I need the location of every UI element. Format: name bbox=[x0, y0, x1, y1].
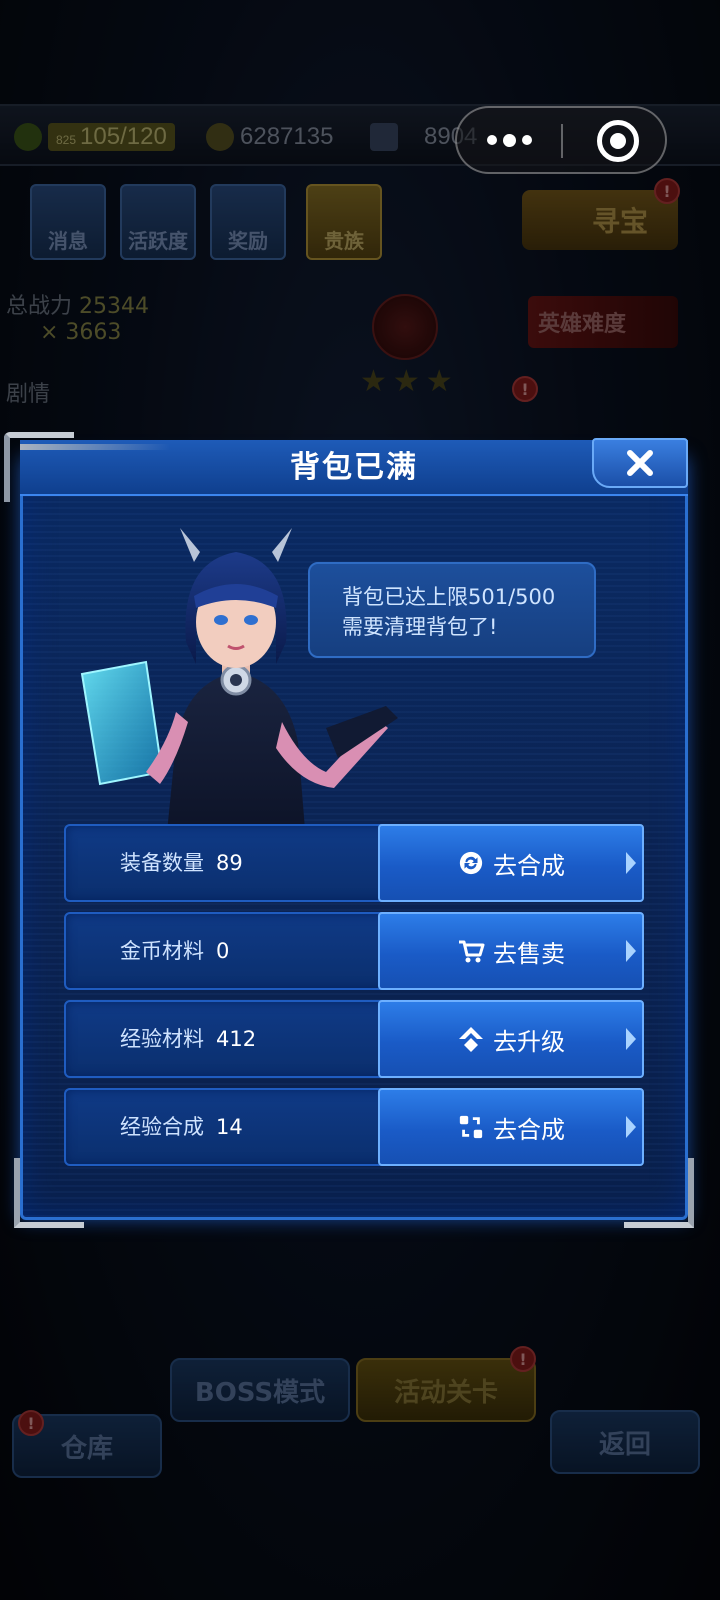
row-label: 装备数量 bbox=[120, 851, 204, 875]
capsule-divider bbox=[561, 124, 563, 158]
refresh-icon bbox=[457, 849, 485, 877]
frame-corner-ornament bbox=[4, 432, 170, 502]
merge-icon bbox=[457, 1113, 485, 1141]
action-label: 去合成 bbox=[493, 1115, 565, 1144]
row-label: 经验合成 bbox=[120, 1115, 204, 1139]
cart-icon bbox=[457, 937, 485, 965]
close-x-icon bbox=[627, 450, 653, 476]
row-value: 89 bbox=[216, 851, 243, 875]
message-line-2: 需要清理背包了! bbox=[342, 615, 498, 639]
go-sell-button[interactable]: 去售卖 bbox=[378, 912, 644, 990]
gold-material-row: 金币材料 0 去售卖 bbox=[64, 912, 644, 990]
upgrade-icon bbox=[457, 1025, 485, 1053]
action-label: 去升级 bbox=[493, 1027, 565, 1056]
arrow-right-icon bbox=[626, 940, 636, 962]
exp-material-row: 经验材料 412 去升级 bbox=[64, 1000, 644, 1078]
exp-merge-row: 经验合成 14 去合成 bbox=[64, 1088, 644, 1166]
go-upgrade-button[interactable]: 去升级 bbox=[378, 1000, 644, 1078]
go-merge-exp-button[interactable]: 去合成 bbox=[378, 1088, 644, 1166]
frame-corner-ornament bbox=[624, 1158, 694, 1228]
row-label: 经验材料 bbox=[120, 1027, 204, 1051]
arrow-right-icon bbox=[626, 1028, 636, 1050]
action-label: 去售卖 bbox=[493, 939, 565, 968]
row-value: 412 bbox=[216, 1027, 257, 1051]
close-button[interactable] bbox=[592, 438, 688, 488]
row-value: 0 bbox=[216, 939, 230, 963]
message-bubble: 背包已达上限501/500 需要清理背包了! bbox=[308, 562, 596, 658]
arrow-right-icon bbox=[626, 852, 636, 874]
arrow-right-icon bbox=[626, 1116, 636, 1138]
equipment-count-row: 装备数量 89 去合成 bbox=[64, 824, 644, 902]
action-label: 去合成 bbox=[493, 851, 565, 880]
miniprogram-capsule bbox=[455, 106, 667, 174]
go-merge-button[interactable]: 去合成 bbox=[378, 824, 644, 902]
target-close-icon[interactable] bbox=[597, 120, 639, 162]
row-label: 金币材料 bbox=[120, 939, 204, 963]
backpack-full-dialog: 背包已满 背包已达上限501/500 需要清理背包了! 装备数量 89 去合成 … bbox=[4, 432, 694, 1228]
more-dots-icon[interactable] bbox=[457, 108, 561, 172]
message-line-1: 背包已达上限501/500 bbox=[342, 585, 556, 609]
row-value: 14 bbox=[216, 1115, 243, 1139]
frame-corner-ornament bbox=[14, 1158, 84, 1228]
